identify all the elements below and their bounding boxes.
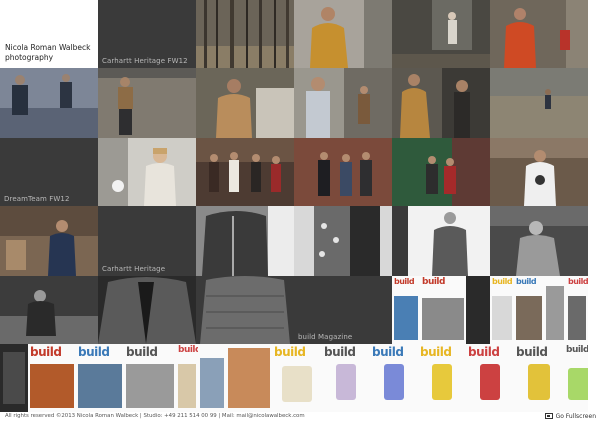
magazine-title: build bbox=[372, 345, 404, 359]
gallery-label: DreamTeam FW12 bbox=[4, 195, 70, 203]
fullscreen-label: Go Fullscreen bbox=[555, 413, 596, 420]
photo-bw-quilted-jacket[interactable] bbox=[196, 276, 294, 344]
magazine-cover[interactable] bbox=[226, 344, 272, 412]
site-brand: Nicola Roman Walbeck photography bbox=[5, 43, 91, 62]
photo-grid: Nicola Roman Walbeck photography Carhart… bbox=[0, 0, 600, 412]
magazine-cover[interactable]: build bbox=[514, 276, 544, 344]
magazine-cover[interactable]: build bbox=[392, 276, 420, 344]
magazine-title: build bbox=[468, 345, 500, 359]
magazine-title: build bbox=[516, 345, 548, 359]
gallery-label: build Magazine bbox=[298, 333, 353, 341]
photo-forest-trees[interactable] bbox=[196, 0, 294, 68]
magazine-title: build bbox=[516, 277, 537, 286]
magazine-cover[interactable] bbox=[544, 276, 566, 344]
photo-rock-wall-men[interactable] bbox=[0, 68, 98, 138]
magazine-title: build bbox=[568, 277, 588, 286]
magazine-cover[interactable]: build bbox=[322, 344, 370, 412]
magazine-cover[interactable]: build bbox=[566, 276, 588, 344]
footer: All rights reserved ©2013 Nicola Roman W… bbox=[0, 412, 600, 423]
magazine-title: build bbox=[274, 345, 306, 359]
photo-man-red-jacket[interactable] bbox=[490, 0, 588, 68]
magazine-cover[interactable]: build bbox=[124, 344, 176, 412]
photo-forest-walk[interactable] bbox=[392, 0, 490, 68]
photo-bw-man-sewing[interactable] bbox=[0, 276, 98, 344]
magazine-title: build bbox=[30, 345, 62, 359]
gallery-tile-carhartt-heritage-fw12[interactable]: Carhartt Heritage FW12 bbox=[98, 0, 196, 68]
magazine-cover[interactable]: build bbox=[370, 344, 418, 412]
magazine-title: build bbox=[566, 345, 588, 355]
fullscreen-button[interactable]: Go Fullscreen bbox=[544, 413, 596, 420]
magazine-title: build bbox=[420, 345, 452, 359]
gallery-tile-carhartt-heritage[interactable]: Carhartt Heritage bbox=[98, 206, 196, 276]
magazine-cover[interactable]: build bbox=[514, 344, 564, 412]
magazine-title: build bbox=[126, 345, 158, 359]
photo-man-yellow-jacket[interactable] bbox=[294, 0, 392, 68]
magazine-cover[interactable]: build bbox=[490, 276, 514, 344]
magazine-cover[interactable]: build bbox=[176, 344, 198, 412]
magazine-title: build bbox=[394, 277, 415, 286]
photo-bw-denim-jacket[interactable] bbox=[196, 206, 294, 276]
photo-man-meadow[interactable] bbox=[490, 68, 588, 138]
photo-bw-plaid-shirt[interactable] bbox=[392, 206, 490, 276]
photo-man-wall-portrait[interactable] bbox=[294, 68, 392, 138]
magazine-title: build bbox=[78, 345, 110, 359]
magazine-cover[interactable] bbox=[198, 344, 226, 412]
magazine-cover[interactable]: build bbox=[418, 344, 466, 412]
magazine-cover[interactable] bbox=[466, 276, 490, 344]
gallery-label: Carhartt Heritage bbox=[102, 265, 166, 273]
magazine-cover[interactable]: build bbox=[420, 276, 466, 344]
magazine-cover[interactable]: build bbox=[564, 344, 588, 412]
magazine-title: build bbox=[422, 277, 445, 287]
magazine-cover[interactable]: build bbox=[28, 344, 76, 412]
photo-man-tan-jacket-rocks[interactable] bbox=[196, 68, 294, 138]
magazine-cover[interactable]: build bbox=[272, 344, 322, 412]
magazine-cover[interactable]: build bbox=[466, 344, 514, 412]
magazine-cover[interactable] bbox=[0, 344, 28, 412]
gallery-tile-build-magazine[interactable]: build Magazine bbox=[294, 276, 392, 344]
photo-group-band[interactable] bbox=[196, 138, 294, 206]
gallery-label: Carhartt Heritage FW12 bbox=[102, 57, 188, 65]
photo-bw-leather-jacket[interactable] bbox=[98, 276, 196, 344]
magazine-title: build bbox=[324, 345, 356, 359]
footer-info: All rights reserved ©2013 Nicola Roman W… bbox=[5, 413, 305, 419]
photo-bw-man-seated[interactable] bbox=[490, 206, 588, 276]
magazine-title: build bbox=[492, 277, 513, 286]
fullscreen-icon bbox=[544, 413, 553, 419]
photo-man-skull-shirt[interactable] bbox=[490, 138, 588, 206]
magazine-title: build bbox=[178, 345, 198, 355]
photo-group-brick-wall[interactable] bbox=[294, 138, 392, 206]
photo-green-room-band[interactable] bbox=[392, 138, 490, 206]
gallery-tile-dreamteam-fw12[interactable]: DreamTeam FW12 bbox=[0, 138, 98, 206]
brand-tile[interactable]: Nicola Roman Walbeck photography bbox=[0, 0, 98, 68]
photo-woman-kitchen[interactable] bbox=[98, 138, 196, 206]
photo-man-workshop[interactable] bbox=[0, 206, 98, 276]
photo-man-wood-pile[interactable] bbox=[98, 68, 196, 138]
photo-man-camel-coat[interactable] bbox=[392, 68, 490, 138]
photo-bw-leopard-pants[interactable] bbox=[294, 206, 392, 276]
magazine-cover[interactable]: build bbox=[76, 344, 124, 412]
